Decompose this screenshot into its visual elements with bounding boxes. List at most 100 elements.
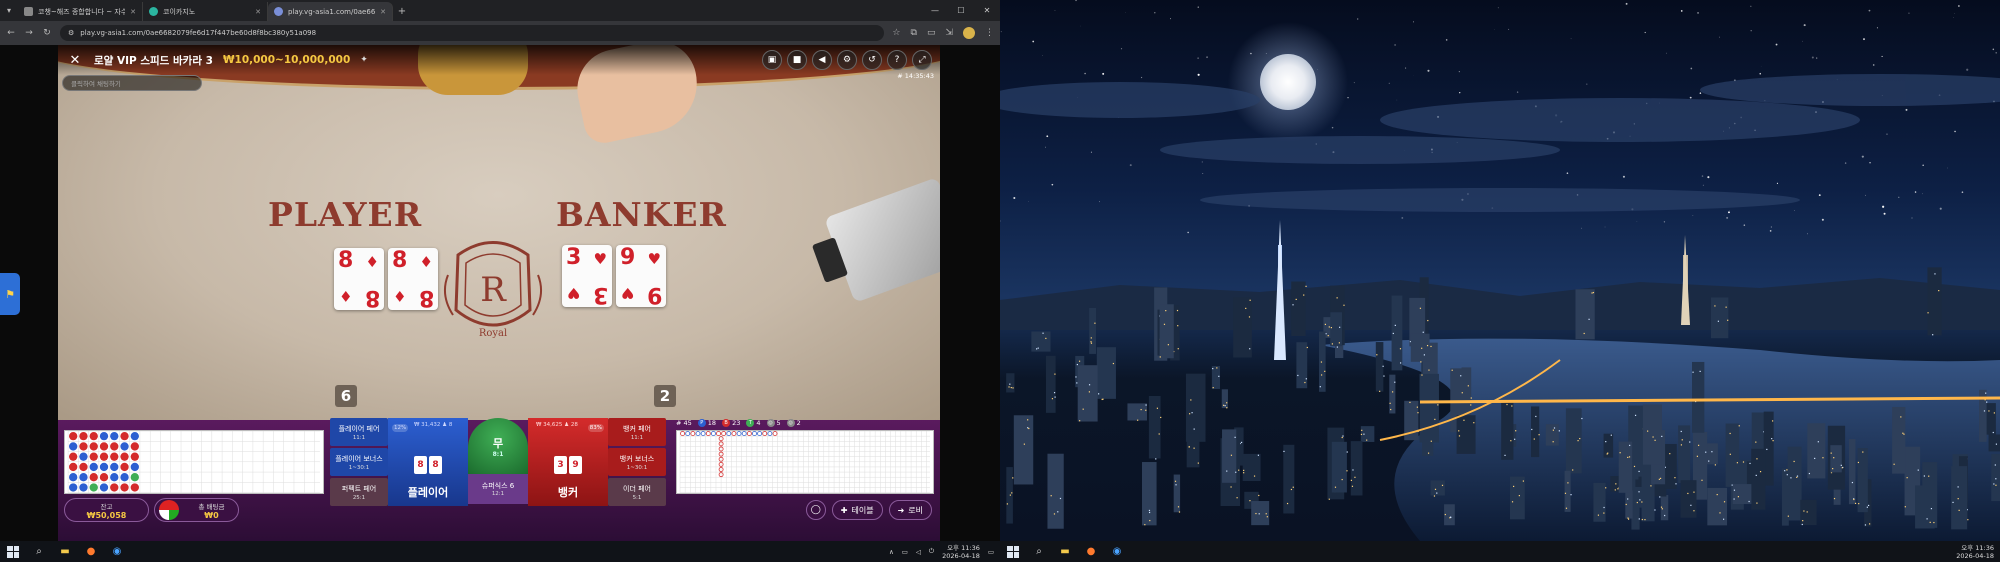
pin-icon[interactable]: ✦ [360,55,368,65]
bead-road-mark [99,462,109,472]
tray-clock[interactable]: 오후 11:36 2026-04-18 [1956,544,1994,560]
forward-icon[interactable]: → [24,28,34,38]
room-title: 로얄 VIP 스피드 바카라 3 [94,54,213,67]
search-icon[interactable]: ⌕ [32,545,46,559]
tab-close-icon[interactable]: ✕ [130,8,136,16]
bead-road-mark [79,452,88,461]
banker-pair-bet[interactable]: 뱅커 페어 11:1 [608,418,666,446]
start-button[interactable] [1006,545,1020,559]
tray-clock[interactable]: 오후 11:36 2026-04-18 [942,544,980,560]
chat-icon[interactable]: ▣ [762,50,782,70]
notification-icon[interactable]: ▭ [988,548,994,556]
firefox-icon[interactable]: ● [1084,545,1098,559]
bookmark-star-icon[interactable]: ☆ [892,28,900,38]
either-pair-bet[interactable]: 이더 페어 5:1 [608,478,666,506]
close-window-icon[interactable]: ✕ [974,6,1000,15]
sound-icon[interactable]: ◀ [812,50,832,70]
tab-favicon-icon [24,7,33,16]
chat-input[interactable]: 클릭하여 채팅하기 [62,75,202,91]
big-road-mark [721,431,727,436]
search-icon[interactable]: ⌕ [1032,545,1046,559]
minimize-icon[interactable]: — [922,6,948,15]
web-page: ⚑ PLAYER BANKER R Royal 8 ♦ 8 ♦ 8 ♦ 8 ♦ … [0,45,1000,541]
profile-avatar[interactable] [963,27,975,39]
bead-road-mark [130,442,139,451]
settings-gear-icon[interactable]: ⚙ [837,50,857,70]
side-panel-tab[interactable]: ⚑ [0,273,20,315]
player-card-1: 8 ♦ 8 ♦ [334,248,384,310]
bead-road-mark [79,431,88,441]
chrome-icon[interactable]: ◉ [1110,545,1124,559]
lobby-button[interactable]: ➜ 로비 [888,500,932,520]
browser-tab-2[interactable]: 코이카지노 ✕ [143,2,268,21]
video-icon[interactable]: ■ [787,50,807,70]
new-tab-button[interactable]: + [393,2,411,21]
tab-title: play.vg-asia1.com/0ae66820 [288,7,376,16]
big-road-mark [695,431,701,436]
tab-close-icon[interactable]: ✕ [380,8,386,16]
window-controls: — ☐ ✕ [922,0,1000,21]
bead-road-mark [110,442,119,451]
browser-tab-1[interactable]: 코챙~해즈 종합합니다 ~ 자수 ✕ [18,2,143,21]
big-road-mark [752,431,757,436]
banker-card-1: 3 ♥ 3 ♥ [562,245,612,307]
start-button[interactable] [6,545,20,559]
tab-close-icon[interactable]: ✕ [255,8,261,16]
left-monitor: ▾ 코챙~해즈 종합합니다 ~ 자수 ✕ 코이카지노 ✕ play.vg-asi… [0,0,1000,562]
game-clock: # 14:35:43 [897,72,934,80]
menu-dots-icon[interactable]: ⋮ [985,28,994,38]
bead-road-mark [120,431,129,441]
player-pair-bet[interactable]: 플레이어 페어 11:1 [330,418,388,446]
split-view-icon[interactable]: ▭ [927,28,936,38]
bead-road-mark [79,442,88,451]
reload-icon[interactable]: ↻ [42,28,52,38]
file-explorer-icon[interactable]: ▬ [58,545,72,559]
banker-mini-cards: 39 [553,456,583,474]
browser-tab-3[interactable]: play.vg-asia1.com/0ae66820 ✕ [268,2,393,21]
chat-bubble-icon[interactable]: ◯ [805,500,826,520]
banker-bonus-bet[interactable]: 뱅커 보너스 1~30:1 [608,448,666,476]
tab-search-icon[interactable]: ▾ [0,0,18,21]
bead-road-mark [120,452,129,461]
balance-value: ₩50,058 [86,510,127,520]
bead-road-mark [89,442,98,451]
tab-favicon-icon [149,7,158,16]
table-button[interactable]: ✚ 테이블 [831,500,883,520]
fullscreen-icon[interactable]: ⤢ [912,50,932,70]
perfect-pair-bet[interactable]: 퍼펙트 페어 25:1 [330,478,388,506]
banker-score: 2 [654,385,676,407]
emblem-letter: R [480,270,507,310]
history-icon[interactable]: ↺ [862,50,882,70]
super6-bet[interactable]: 슈퍼식스 6 12:1 [468,474,528,504]
big-road-mark [741,431,747,436]
baccarat-game: PLAYER BANKER R Royal 8 ♦ 8 ♦ 8 ♦ 8 ♦ 3 … [58,45,940,541]
firefox-icon[interactable]: ● [84,545,98,559]
banker-bet[interactable]: ₩ 34,625 ♟ 28 83% 39 뱅커 [528,418,608,506]
site-info-icon[interactable]: ⚙ [68,29,74,37]
tab-title: 코이카지노 [163,7,196,16]
back-icon[interactable]: ← [6,28,16,38]
maximize-icon[interactable]: ☐ [948,6,974,15]
big-road-mark [705,431,711,436]
tie-bet[interactable]: 무 8:1 [468,418,528,474]
stats-player: P 18 [697,419,716,427]
betting-panel: # 45 P 18 B 23 T4 ◎ 5 ◎ 2 플레이어 페어 11:1 플레이어 보… [58,418,940,541]
player-bonus-bet[interactable]: 플레이어 보너스 1~30:1 [330,448,388,476]
windows-logo-icon [7,545,19,558]
tray-chevron-icon[interactable]: ∧ [889,548,894,556]
downloads-icon[interactable]: ⇲ [945,28,953,38]
browser-addressbar: ← → ↻ ⚙ play.vg-asia1.com/0ae6682079fe6d… [0,21,1000,45]
big-road-mark [762,431,768,436]
volume-icon[interactable]: ◁ [916,548,921,556]
power-icon[interactable]: ⏻ [929,547,934,556]
url-field[interactable]: ⚙ play.vg-asia1.com/0ae6682079fe6d17f447… [60,25,885,41]
bead-road-mark [79,483,88,492]
chrome-icon[interactable]: ◉ [110,545,124,559]
help-icon[interactable]: ? [887,50,907,70]
file-explorer-icon[interactable]: ▬ [1058,545,1072,559]
player-bet[interactable]: ₩ 31,432 ♟ 8 12% 88 플레이어 [388,418,468,506]
extensions-icon[interactable]: ⧉ [911,28,917,38]
network-icon[interactable]: ▭ [902,548,908,556]
taskbar-right: ⌕ ▬ ● ◉ 오후 11:36 2026-04-18 [1000,541,2000,562]
close-game-icon[interactable]: ✕ [66,51,84,69]
